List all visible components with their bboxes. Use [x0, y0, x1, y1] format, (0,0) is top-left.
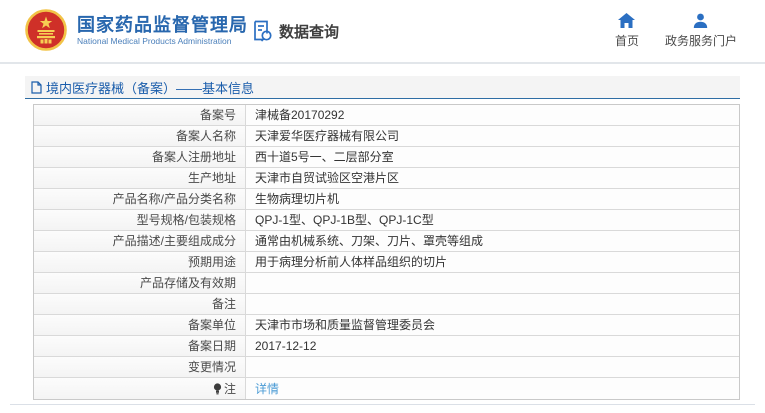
document-icon [31, 80, 42, 94]
row-label: 生产地址 [34, 168, 246, 188]
lightbulb-icon [213, 382, 222, 395]
data-query-label: 数据查询 [279, 23, 340, 41]
table-row: 备注 [34, 294, 739, 315]
table-row: 备案人注册地址 西十道5号一、二层部分室 [34, 147, 739, 168]
row-label: 产品描述/主要组成成分 [34, 231, 246, 251]
table-row: 备案日期 2017-12-12 [34, 336, 739, 357]
row-value: 津械备20170292 [246, 105, 739, 125]
document-search-icon [252, 19, 274, 43]
table-row: 预期用途 用于病理分析前人体样品组织的切片 [34, 252, 739, 273]
row-label: 备案人注册地址 [34, 147, 246, 167]
section-title: 境内医疗器械（备案）——基本信息 [46, 80, 255, 96]
table-row: 产品存储及有效期 [34, 273, 739, 294]
row-value [246, 273, 739, 293]
table-row: 生产地址 天津市自贸试验区空港片区 [34, 168, 739, 189]
row-value: 生物病理切片机 [246, 189, 739, 209]
row-label: 型号规格/包装规格 [34, 210, 246, 230]
home-icon [618, 13, 636, 28]
bottom-divider [10, 404, 755, 405]
details-link[interactable]: 详情 [255, 379, 279, 399]
row-value: 天津爱华医疗器械有限公司 [246, 126, 739, 146]
row-value [246, 357, 739, 377]
table-row: 备案人名称 天津爱华医疗器械有限公司 [34, 126, 739, 147]
row-label: 备注 [34, 294, 246, 314]
table-row: 备案单位 天津市市场和质量监督管理委员会 [34, 315, 739, 336]
record-info-table: 备案号 津械备20170292 备案人名称 天津爱华医疗器械有限公司 备案人注册地址… [33, 104, 740, 400]
section-title-bar: 境内医疗器械（备案）——基本信息 [25, 76, 740, 99]
table-row: 型号规格/包装规格 QPJ-1型、QPJ-1B型、QPJ-1C型 [34, 210, 739, 231]
nav-home-label: 首页 [614, 34, 639, 48]
row-label: 产品名称/产品分类名称 [34, 189, 246, 209]
china-national-emblem-icon [25, 9, 67, 51]
table-row: 注 详情 [34, 378, 739, 399]
row-value: QPJ-1型、QPJ-1B型、QPJ-1C型 [246, 210, 739, 230]
user-icon [693, 13, 708, 28]
site-logo[interactable]: 国家药品监督管理局 National Medical Products Admi… [25, 9, 248, 51]
data-query-module[interactable]: 数据查询 [252, 19, 339, 43]
page-header: 国家药品监督管理局 National Medical Products Admi… [0, 0, 765, 64]
table-row: 产品名称/产品分类名称 生物病理切片机 [34, 189, 739, 210]
header-nav: 首页 政务服务门户 [615, 13, 737, 49]
table-row: 备案号 津械备20170292 [34, 105, 739, 126]
row-value: 西十道5号一、二层部分室 [246, 147, 739, 167]
row-label: 产品存储及有效期 [34, 273, 246, 293]
row-value: 天津市自贸试验区空港片区 [246, 168, 739, 188]
row-value: 用于病理分析前人体样品组织的切片 [246, 252, 739, 272]
row-label: 变更情况 [34, 357, 246, 377]
org-name-cn: 国家药品监督管理局 [77, 14, 248, 35]
row-label: 备案人名称 [34, 126, 246, 146]
row-label: 备案单位 [34, 315, 246, 335]
row-value [246, 294, 739, 314]
org-name-en: National Medical Products Administration [77, 35, 232, 46]
table-row: 产品描述/主要组成成分 通常由机械系统、刀架、刀片、罩壳等组成 [34, 231, 739, 252]
nav-service-portal[interactable]: 政务服务门户 [665, 13, 737, 49]
row-label: 注 [34, 378, 246, 399]
table-row: 变更情况 [34, 357, 739, 378]
row-label: 备案日期 [34, 336, 246, 356]
row-value: 天津市市场和质量监督管理委员会 [246, 315, 739, 335]
nav-home[interactable]: 首页 [615, 13, 639, 49]
row-label: 预期用途 [34, 252, 246, 272]
nav-service-portal-label: 政务服务门户 [664, 34, 737, 48]
row-value: 2017-12-12 [246, 336, 739, 356]
row-value: 通常由机械系统、刀架、刀片、罩壳等组成 [246, 231, 739, 251]
row-value: 详情 [246, 378, 739, 399]
main-content: 境内医疗器械（备案）——基本信息 备案号 津械备20170292 备案人名称 天津爱… [25, 76, 740, 400]
row-label: 备案号 [34, 105, 246, 125]
org-name: 国家药品监督管理局 National Medical Products Admi… [77, 14, 248, 47]
